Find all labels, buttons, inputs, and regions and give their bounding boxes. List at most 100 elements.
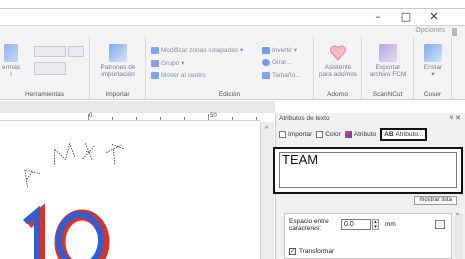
- group-label-edicion: Edición: [218, 91, 241, 98]
- tab-importar-label: Importar: [288, 130, 313, 138]
- ruler-tick: [136, 117, 137, 120]
- tab-atributo-label: Atributo: [353, 130, 377, 138]
- chevron-down-icon: ▾: [239, 47, 244, 54]
- overlap-icon: [151, 46, 159, 54]
- text-attribute-icon: AB: [384, 130, 394, 138]
- canvas-vertical-scrollbar[interactable]: ^: [260, 122, 274, 259]
- scroll-up-icon[interactable]: ^: [265, 126, 268, 133]
- tool-cut-button[interactable]: ermas l: [2, 44, 20, 78]
- minimize-button[interactable]: –: [370, 10, 386, 24]
- embroidery-design: [23, 142, 124, 259]
- chevron-down-icon: ▾: [431, 71, 435, 78]
- group-label-herramientas: Herramientas: [24, 91, 64, 98]
- panel-scrollbar[interactable]: ^: [455, 213, 463, 259]
- properties-box: Espacio entre caracteres: 0.0 ▴ ▾ mm ✓ Tr…: [284, 213, 452, 259]
- checkbox-checked-icon[interactable]: ✓: [289, 248, 296, 255]
- mostrar-lista-button[interactable]: mostrar lista: [414, 196, 457, 205]
- espacio-label-1: Espacio entre: [289, 218, 329, 225]
- rotate-icon: [262, 59, 270, 66]
- ruler-tick: [208, 114, 209, 120]
- attribute-icon: [344, 130, 352, 138]
- ruler-tick: [88, 114, 89, 120]
- transformar-checkbox[interactable]: ✓ Transformar: [289, 248, 334, 255]
- ruler-tick: [112, 117, 113, 120]
- mover-label: Mover al centro: [161, 72, 206, 79]
- export-fcm-icon: [379, 44, 397, 62]
- text-input-highlight: TEAM: [273, 147, 463, 194]
- tamano-button[interactable]: Tamaño...: [262, 72, 301, 79]
- exportar-label-1: Exportar: [375, 64, 401, 71]
- tool-cut-label: ermas: [2, 64, 21, 71]
- arched-text-outline: [24, 142, 124, 188]
- grupo-button[interactable]: Grupo ▾: [151, 59, 184, 67]
- maximize-button[interactable]: □: [398, 10, 414, 24]
- horizontal-ruler: 0 50: [0, 113, 260, 121]
- exportar-fcm-button[interactable]: Exportar archivo FCM: [366, 44, 410, 78]
- ruler-tick: [184, 117, 185, 120]
- espacio-input[interactable]: 0.0: [341, 219, 371, 230]
- scroll-up-icon[interactable]: ^: [456, 213, 459, 219]
- title-bar-divider: [0, 8, 465, 9]
- exportar-label-2: archivo FCM: [369, 71, 407, 78]
- close-button[interactable]: ✕: [426, 10, 442, 24]
- mover-centro-button[interactable]: Mover al centro: [151, 72, 206, 79]
- options-menu[interactable]: Opciones: [415, 27, 445, 34]
- design-canvas[interactable]: [0, 122, 260, 259]
- group-label-scanncut: ScanNCut: [372, 91, 403, 98]
- asistente-adornos-button[interactable]: Asistente para adornos: [316, 44, 360, 78]
- ribbon-group-adorno: Asistente para adornos Adorno: [314, 38, 362, 100]
- group-label-coser: Coser: [423, 91, 442, 98]
- grupo-label: Grupo: [161, 59, 180, 67]
- enviar-button[interactable]: Enviar ▾: [418, 44, 448, 78]
- modificar-label: Modificar zonas solapadas: [161, 46, 238, 54]
- text-input[interactable]: TEAM: [279, 152, 457, 188]
- flip-icon: [262, 46, 270, 54]
- modificar-zonas-button[interactable]: Modificar zonas solapadas ▾: [151, 46, 243, 54]
- tab-importar[interactable]: Importar: [279, 130, 313, 138]
- invertir-label: Invertir: [272, 46, 292, 54]
- tab-atributo-texto[interactable]: AB Atributo...: [380, 127, 428, 141]
- espacio-label-2: caracteres:: [289, 225, 322, 232]
- group-label-importar: Importar: [105, 91, 130, 98]
- color-icon: [316, 130, 324, 138]
- ruler-label-50: 50: [210, 113, 217, 119]
- resize-icon: [262, 72, 270, 79]
- home-icon[interactable]: [435, 220, 445, 229]
- tool-icon: [4, 44, 19, 62]
- patrones-importacion-button[interactable]: Patrones de importación: [96, 44, 140, 78]
- ribbon-group-scanncut: Exportar archivo FCM ScanNCut: [362, 38, 414, 100]
- ruler-tick: [160, 117, 161, 120]
- patrones-label-1: Patrones de: [100, 64, 136, 71]
- zoom-tools[interactable]: [34, 46, 66, 57]
- ribbon-group-coser: Enviar ▾ Coser: [414, 38, 452, 100]
- girar-button[interactable]: Girar...: [262, 59, 292, 66]
- heart-icon: [329, 44, 347, 62]
- title-bar: – □ ✕: [0, 0, 465, 26]
- tab-atributo-texto-label: Atributo...: [395, 130, 424, 138]
- pin-icon[interactable]: ᵠ: [450, 115, 453, 122]
- tab-color[interactable]: Color: [316, 130, 341, 138]
- ribbon: ermas l Herramientas Patrones de importa…: [0, 38, 465, 100]
- tab-atributo[interactable]: Atributo: [344, 130, 377, 138]
- transformar-label: Transformar: [299, 248, 335, 255]
- ribbon-tab-strip: Opciones: [0, 26, 465, 38]
- girar-label: Girar...: [272, 59, 292, 66]
- ruler-tick: [256, 117, 257, 120]
- ruler-tick: [232, 117, 233, 120]
- number-ten: [23, 203, 110, 259]
- panel-close-icon[interactable]: ᵠ ✕: [450, 114, 461, 122]
- options-dropdown-icon[interactable]: [452, 28, 457, 36]
- invertir-button[interactable]: Invertir ▾: [262, 46, 297, 54]
- import-pattern-icon: [109, 44, 127, 62]
- select-tools[interactable]: [34, 62, 66, 75]
- send-icon: [424, 44, 442, 62]
- view-dropdown[interactable]: [68, 46, 84, 57]
- chevron-down-icon: ▾: [181, 60, 185, 67]
- asistente-label-2: para adornos: [318, 71, 358, 78]
- close-icon[interactable]: ✕: [455, 115, 461, 122]
- ribbon-group-importar: Patrones de importación Importar: [90, 38, 146, 100]
- group-icon: [151, 59, 159, 67]
- chevron-down-icon: ▾: [293, 47, 298, 54]
- tamano-label: Tamaño...: [272, 72, 301, 79]
- espacio-stepper[interactable]: ▴ ▾: [372, 219, 379, 230]
